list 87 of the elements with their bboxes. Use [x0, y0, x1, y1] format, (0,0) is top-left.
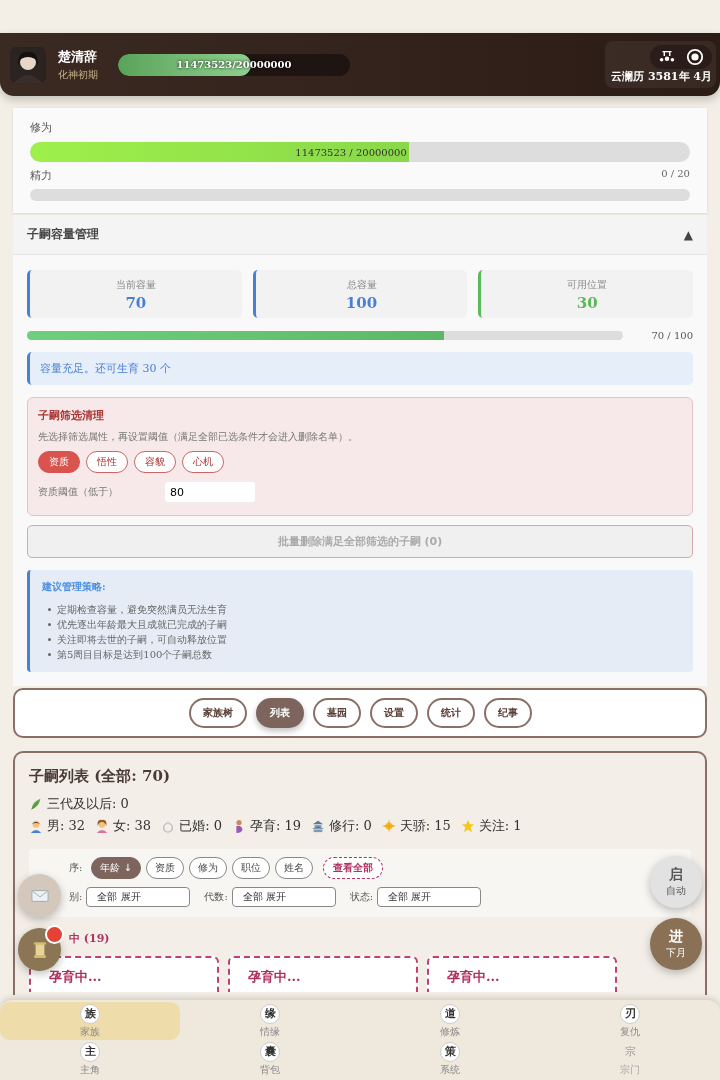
filter-chip[interactable]: 悟性	[86, 451, 128, 473]
tab[interactable]: 列表	[255, 698, 304, 728]
card-status: 孕育中...	[248, 969, 301, 984]
sort-button[interactable]: 职位	[231, 857, 270, 879]
energy-value: 0 / 20	[661, 168, 690, 181]
bullet-icon	[48, 638, 51, 641]
filter-label: 代数:	[204, 890, 228, 904]
bullet-icon	[48, 653, 51, 656]
cleanup-title: 子嗣筛选清理	[38, 408, 105, 423]
section-title: 子嗣容量管理	[27, 226, 99, 243]
tab[interactable]: 统计	[426, 698, 475, 728]
group-title: 中 (19)	[69, 931, 110, 946]
mail-icon	[30, 888, 49, 903]
cleanup-description: 先选择筛选属性，再设置阈值（满足全部已选条件才会进入删除名单）。	[38, 430, 359, 444]
view-all-button[interactable]: 查看全部	[322, 857, 383, 879]
filter-chip[interactable]: 容貌	[134, 451, 176, 473]
filter-chip[interactable]: 心机	[182, 451, 224, 473]
player-name: 楚清辞	[58, 47, 98, 66]
sort-button[interactable]: 年龄 ↓	[91, 857, 141, 879]
tab[interactable]: 墓园	[312, 698, 361, 728]
sparkle-icon	[381, 819, 396, 833]
tab[interactable]: 设置	[369, 698, 418, 728]
tab[interactable]: 家族树	[188, 698, 247, 728]
person-icon	[95, 819, 110, 833]
cultivation-label: 修为	[30, 120, 53, 135]
scroll-icon	[32, 940, 47, 959]
filter-chip[interactable]: 资质	[38, 451, 80, 473]
collapse-toggle[interactable]: ▲	[683, 227, 693, 242]
nav-item[interactable]: 缘 情缘	[180, 1002, 360, 1040]
nav-item[interactable]: 道 修炼	[360, 1002, 540, 1040]
nav-item[interactable]: 策 系统	[360, 1040, 540, 1078]
stat-value: 100	[344, 294, 379, 312]
stat-value: 30	[575, 294, 599, 312]
stat-label: 总容量	[345, 278, 378, 292]
card-status: 孕育中...	[447, 969, 500, 984]
stat-value: 70	[124, 294, 148, 312]
card-status: 孕育中...	[49, 969, 102, 984]
realm-label: 化神初期	[58, 67, 99, 82]
sort-button[interactable]: 姓名	[274, 857, 313, 879]
star-icon	[460, 819, 475, 833]
advice-item: 关注即将去世的子嗣，可自动释放位置	[57, 633, 227, 647]
filter-label: 状态:	[349, 890, 374, 904]
capacity-reading: 70 / 100	[651, 330, 693, 341]
filter-dropdown[interactable]: 全部 展开	[377, 887, 482, 907]
nav-item[interactable]: 族 家族	[0, 1002, 180, 1040]
capacity-notice: 容量充足。还可生育 30 个	[27, 352, 693, 385]
generation-stat: 三代及以后: 0	[47, 795, 129, 813]
nav-item[interactable]: 刃 复仇	[540, 1002, 720, 1040]
child-card[interactable]: 孕育中...	[228, 956, 418, 992]
stat-label: 可用位置	[566, 278, 609, 292]
sort-button[interactable]: 资质	[145, 857, 184, 879]
sort-button[interactable]: 修为	[188, 857, 227, 879]
sort-label: 序:	[69, 861, 83, 875]
bullet-icon	[48, 608, 51, 611]
tab[interactable]: 纪事	[483, 698, 532, 728]
child-card[interactable]: 孕育中...	[29, 956, 219, 992]
stat-label: 当前容量	[114, 278, 157, 292]
ring-icon	[161, 819, 176, 833]
advice-title: 建议管理策略:	[42, 580, 107, 594]
advice-item: 定期检查容量，避免突然满员无法生育	[57, 603, 227, 617]
stat-text: 关注: 1	[478, 817, 522, 835]
stat-text: 女: 38	[113, 817, 152, 835]
leaf-icon	[29, 797, 43, 811]
nav-item[interactable]: 囊 背包	[180, 1040, 360, 1078]
energy-label: 精力	[30, 168, 52, 183]
filter-dropdown[interactable]: 全部 展开	[231, 887, 336, 907]
advice-item: 第5周目目标是达到100个子嗣总数	[57, 648, 213, 662]
cultivation-value: 11473523 / 20000000	[295, 146, 407, 158]
child-card[interactable]: 孕育中...	[427, 956, 617, 992]
record-icon[interactable]	[686, 48, 704, 66]
section-header[interactable]: 子嗣容量管理 ▲	[13, 215, 707, 255]
stat-text: 已婚: 0	[179, 817, 222, 835]
threshold-field[interactable]: 80	[164, 481, 256, 503]
stat-text: 孕育: 19	[249, 817, 301, 835]
nav-item[interactable]: 主 主角	[0, 1040, 180, 1078]
stat-text: 修行: 0	[329, 817, 372, 835]
temple-icon	[311, 819, 325, 833]
threshold-label: 资质阈值（低于）	[38, 485, 119, 499]
advice-item: 优先逐出年龄最大且成就已完成的子嗣	[57, 618, 227, 632]
bullet-icon	[48, 623, 51, 626]
stat-text: 男: 32	[47, 817, 86, 835]
filter-label: 别:	[69, 890, 83, 904]
stat-text: 天骄: 15	[399, 817, 451, 835]
person-icon	[29, 819, 43, 833]
list-title: 子嗣列表 (全部: 70)	[29, 767, 172, 786]
calendar-date: 云澜历 3581年 4月	[611, 69, 712, 84]
filter-dropdown[interactable]: 全部 展开	[86, 887, 191, 907]
